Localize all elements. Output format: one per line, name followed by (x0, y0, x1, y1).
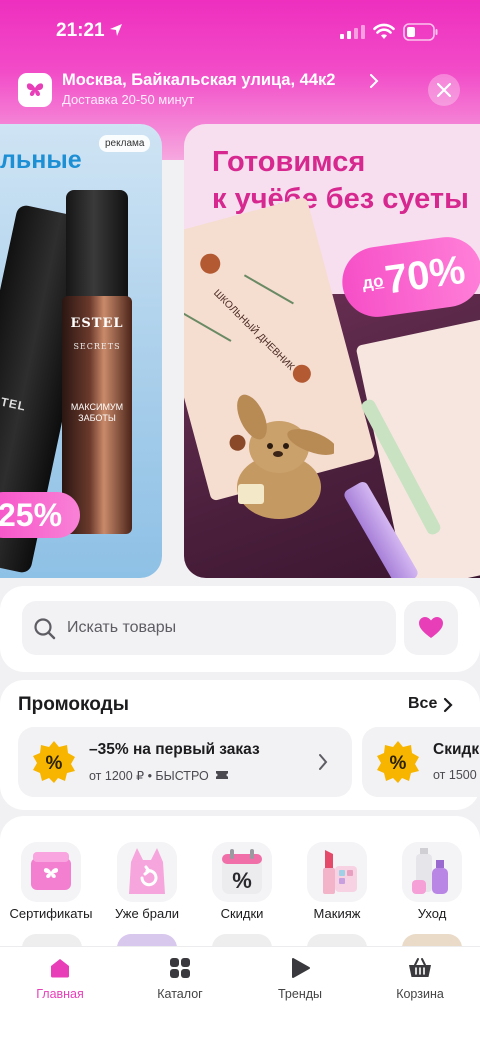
home-icon (51, 959, 69, 978)
search-icon (34, 618, 56, 640)
discount-value: 70% (382, 247, 468, 303)
catalog-icon (170, 958, 190, 978)
plush-bunny-icon (237, 394, 334, 519)
promo-conditions: от 1200 ₽ • БЫСТРО (89, 768, 229, 783)
calendar-percent-icon: % (212, 842, 272, 902)
percent-badge-icon: % (377, 741, 419, 783)
promo-conditions-text: от 1200 ₽ • БЫСТРО (89, 769, 209, 783)
tab-label: Корзина (396, 987, 444, 1001)
close-button[interactable] (428, 74, 460, 106)
chevron-right-icon[interactable] (443, 697, 453, 713)
status-bar: 21:21 (0, 0, 480, 60)
category-label: Макияж (313, 906, 361, 921)
bottle-brand: ESTEL (70, 316, 124, 331)
location-arrow-icon (110, 24, 122, 36)
bottle-cap-image (66, 190, 128, 300)
play-icon (292, 958, 310, 978)
favorites-button[interactable] (404, 601, 458, 655)
wifi-icon (373, 23, 395, 39)
delivery-address[interactable]: Москва, Байкальская улица, 44к2 (62, 71, 335, 90)
status-time: 21:21 (56, 20, 105, 41)
promo-code-card[interactable]: % Скидк от 1500 (362, 727, 480, 797)
battery-icon (403, 23, 438, 41)
basket-icon (409, 958, 431, 977)
gift-card-icon (21, 842, 81, 902)
delivery-time: Доставка 20-50 минут (62, 92, 195, 107)
tube-brand: ESTEL (0, 390, 28, 414)
ticket-icon (216, 771, 229, 779)
chevron-right-icon[interactable] (369, 74, 379, 88)
svg-text:%: % (46, 753, 63, 774)
cosmetics-bottles-icon (402, 842, 462, 902)
promo-title: Скидк (433, 741, 480, 758)
app-logo[interactable] (18, 73, 52, 107)
bottle-product-name: МАКСИМУМ ЗАБОТЫ (70, 402, 124, 423)
promo-conditions: от 1500 (433, 768, 477, 782)
section-title: Промокоды (18, 694, 129, 715)
svg-text:%: % (390, 753, 407, 774)
bottle-line: SECRETS (73, 342, 121, 351)
chevron-right-icon (319, 754, 328, 770)
banner-title: льные (0, 146, 82, 174)
tab-label: Тренды (277, 987, 323, 1001)
category-label: Сертификаты (9, 906, 93, 921)
category-label: Уже брали (114, 906, 180, 921)
search-placeholder: Искать товары (67, 619, 177, 636)
tab-label: Каталог (157, 987, 203, 1001)
promo-banner-school[interactable]: Готовимся к учёбе без суеты ШКОЛЬНЫЙ ДНЕ… (184, 124, 480, 578)
banner-title-line-1: Готовимся (212, 146, 366, 178)
svg-text:%: % (232, 868, 252, 893)
lipstick-icon (307, 842, 367, 902)
category-label: Скидки (220, 906, 264, 921)
close-icon (437, 83, 451, 97)
see-all-link[interactable]: Все (408, 695, 437, 713)
heart-icon (419, 617, 443, 638)
butterfly-icon (26, 83, 44, 96)
percent-badge-icon: % (33, 741, 75, 783)
category-label: Уход (417, 906, 447, 921)
promo-title: –35% на первый заказ (89, 741, 260, 758)
promo-banner-estel[interactable]: льные реклама ESTEL ESTEL SECRETS МАКСИМ… (0, 124, 162, 578)
discount-prefix: до (361, 271, 385, 293)
promo-code-card[interactable]: % –35% на первый заказ от 1200 ₽ • БЫСТР… (18, 727, 352, 797)
discount-badge: 25% (0, 492, 80, 538)
banner-title: Готовимся к учёбе без суеты (212, 144, 469, 218)
repeat-bag-icon (117, 842, 177, 902)
ad-label: реклама (99, 135, 151, 152)
tab-label: Главная (36, 987, 84, 1001)
cellular-signal-icon (340, 25, 365, 39)
